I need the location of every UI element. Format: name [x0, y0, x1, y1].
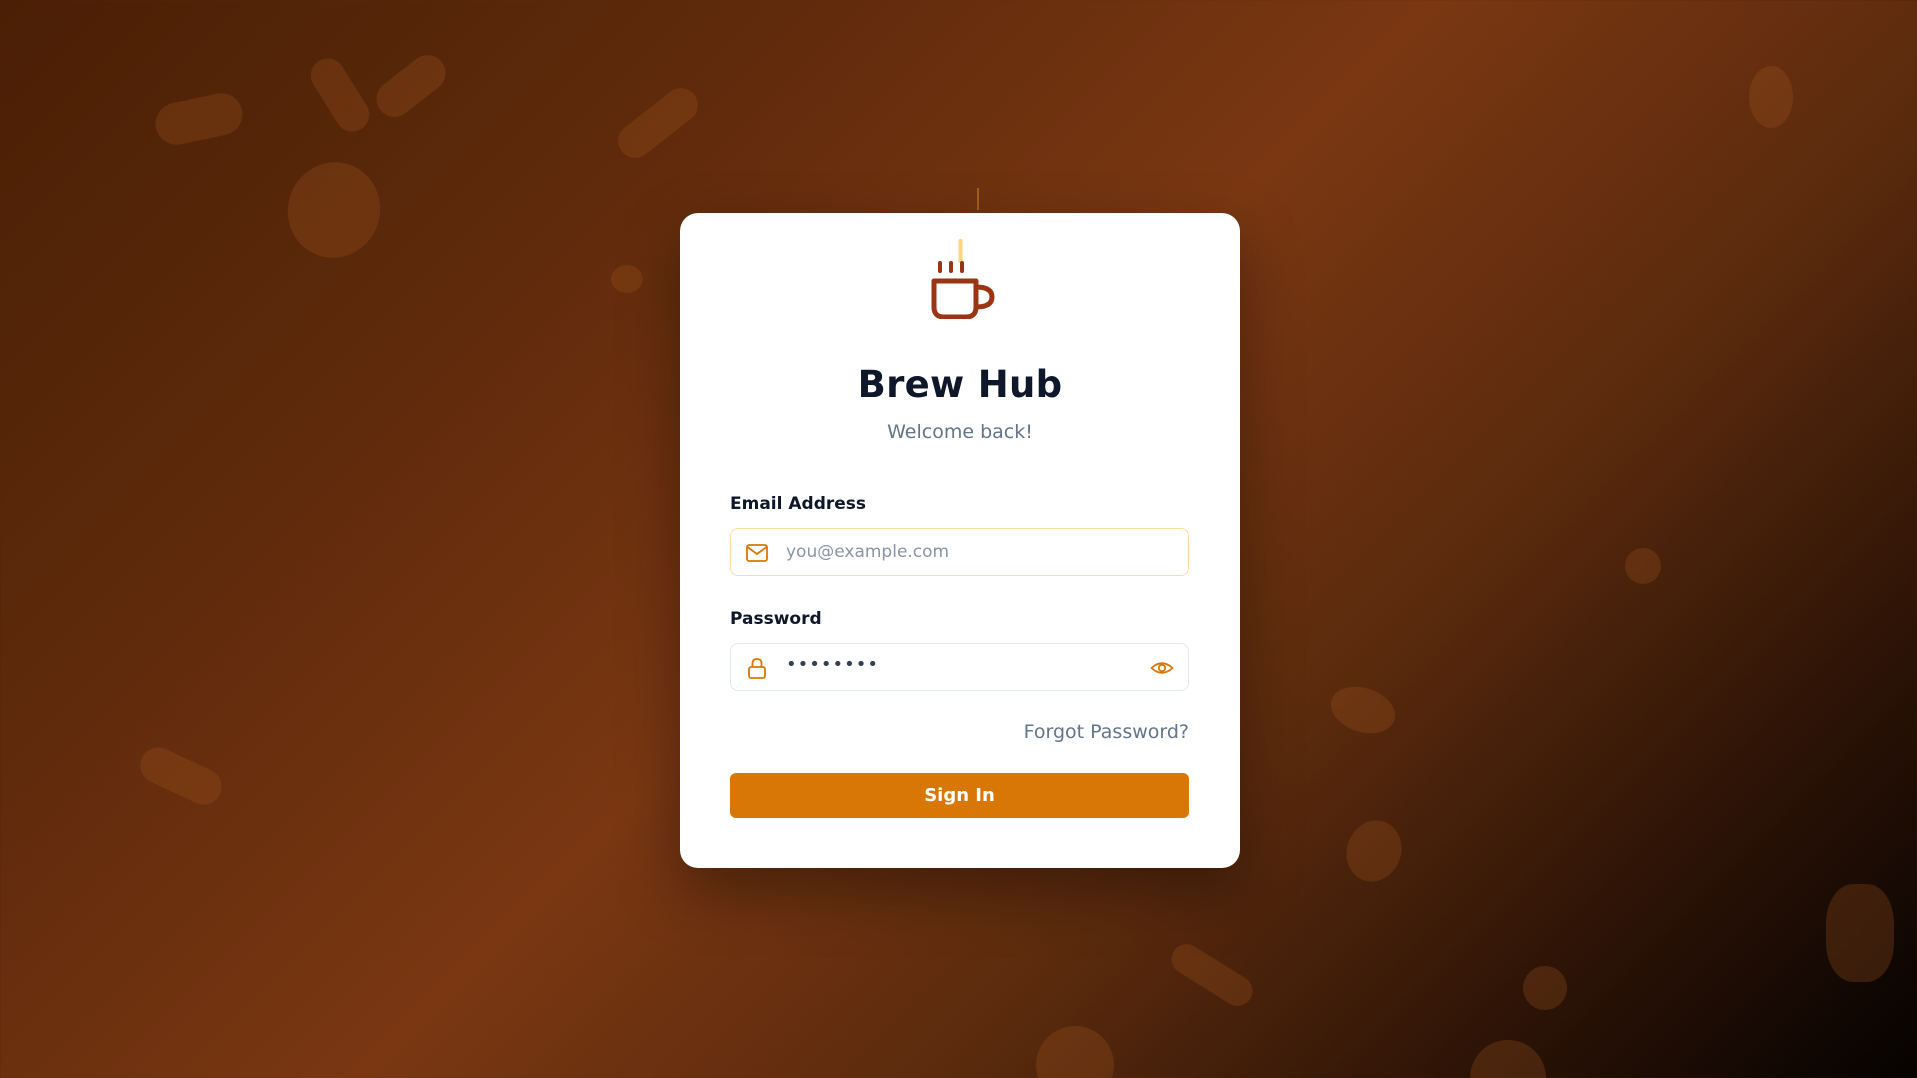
bean-decoration: [1470, 1040, 1546, 1078]
login-card: Brew Hub Welcome back! Email Address you…: [680, 213, 1240, 868]
bean-decoration: [134, 741, 228, 811]
bean-decoration: [611, 265, 643, 293]
email-label: Email Address: [730, 494, 867, 514]
password-field[interactable]: ••••••••: [730, 643, 1189, 691]
email-field[interactable]: you@example.com: [730, 528, 1189, 576]
app-title: Brew Hub: [857, 363, 1063, 406]
bean-decoration: [304, 52, 376, 138]
eye-icon[interactable]: [1150, 656, 1174, 680]
bean-decoration: [1523, 966, 1567, 1010]
bean-decoration: [1036, 1026, 1114, 1078]
bean-decoration: [1826, 884, 1894, 982]
bean-decoration: [274, 149, 394, 271]
password-value: ••••••••: [786, 654, 879, 675]
bean-decoration: [369, 47, 453, 125]
mail-icon: [745, 541, 769, 565]
bean-decoration: [1165, 938, 1259, 1012]
welcome-subtitle: Welcome back!: [887, 421, 1033, 443]
password-label: Password: [730, 609, 822, 629]
bean-decoration: [1749, 66, 1793, 128]
bean-decoration: [1625, 548, 1661, 584]
bean-decoration: [1338, 812, 1410, 890]
bean-decoration: [151, 89, 247, 149]
bean-decoration: [611, 81, 705, 165]
forgot-password-link[interactable]: Forgot Password?: [1024, 721, 1189, 743]
email-placeholder: you@example.com: [786, 542, 950, 562]
bean-decoration: [1324, 678, 1402, 742]
steam-decoration: [977, 188, 979, 210]
sign-in-button[interactable]: Sign In: [730, 773, 1189, 818]
coffee-cup-icon: [920, 239, 1000, 320]
lock-icon: [745, 656, 769, 680]
